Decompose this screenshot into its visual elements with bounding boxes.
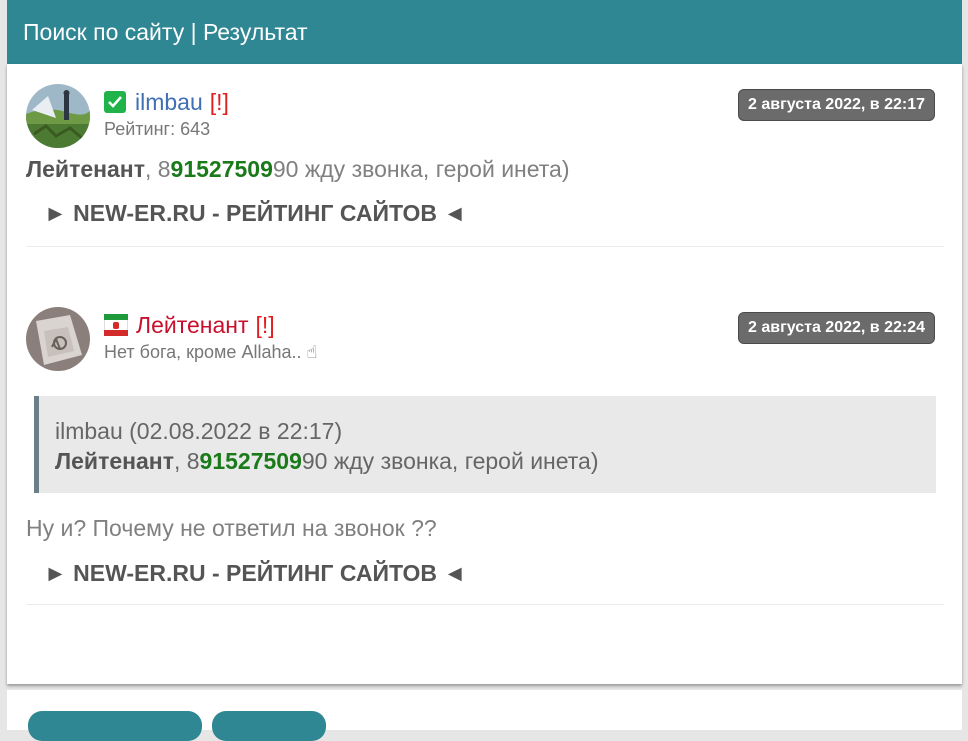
page-title: Поиск по сайту | Результат (23, 19, 308, 45)
quote-block: ilmbau (02.08.2022 в 22:17) Лейтенант, 8… (34, 396, 936, 493)
quote-text: Лейтенант, 89152750990 жду звонка, герой… (55, 448, 599, 474)
user-rating: Рейтинг: 643 (104, 119, 211, 139)
user-line: Лейтенант [!] (104, 309, 275, 341)
report-link[interactable]: [!] (256, 312, 275, 339)
mention: Лейтенант (55, 448, 174, 474)
page-header: Поиск по сайту | Результат (7, 0, 962, 64)
nav-button[interactable] (212, 711, 326, 741)
post-date-badge: 2 августа 2022, в 22:17 (737, 89, 935, 121)
post-message: Ну и? Почему не ответил на звонок ?? (26, 515, 437, 541)
avatar[interactable] (26, 84, 90, 148)
phone-number: 91527509 (170, 156, 273, 182)
verified-check-icon (104, 91, 126, 113)
bottom-bar (7, 690, 962, 741)
post: ilmbau [!] Рейтинг: 643 2 августа 2022, … (26, 82, 944, 247)
mention: Лейтенант (26, 156, 145, 182)
post-message: Лейтенант, 89152750990 жду звонка, герой… (26, 156, 570, 182)
quote-header: ilmbau (02.08.2022 в 22:17) (55, 418, 343, 444)
rating-link[interactable]: ► NEW-ER.RU - РЕЙТИНГ САЙТОВ ◄ (44, 200, 466, 227)
report-link[interactable]: [!] (210, 89, 229, 116)
avatar[interactable] (26, 307, 90, 371)
results-card: ilmbau [!] Рейтинг: 643 2 августа 2022, … (7, 64, 962, 684)
user-status: Нет бога, кроме Allaha.. ☝ (104, 342, 318, 362)
post-date-badge: 2 августа 2022, в 22:24 (737, 312, 935, 344)
post: Лейтенант [!] Нет бога, кроме Allaha.. ☝… (26, 305, 944, 605)
username-link[interactable]: ilmbau (135, 89, 203, 116)
flag-icon (104, 314, 128, 336)
phone-number: 91527509 (199, 448, 302, 474)
rating-link[interactable]: ► NEW-ER.RU - РЕЙТИНГ САЙТОВ ◄ (44, 560, 466, 587)
username-link[interactable]: Лейтенант (136, 312, 249, 339)
nav-button[interactable] (28, 711, 202, 741)
user-line: ilmbau [!] (104, 86, 229, 118)
